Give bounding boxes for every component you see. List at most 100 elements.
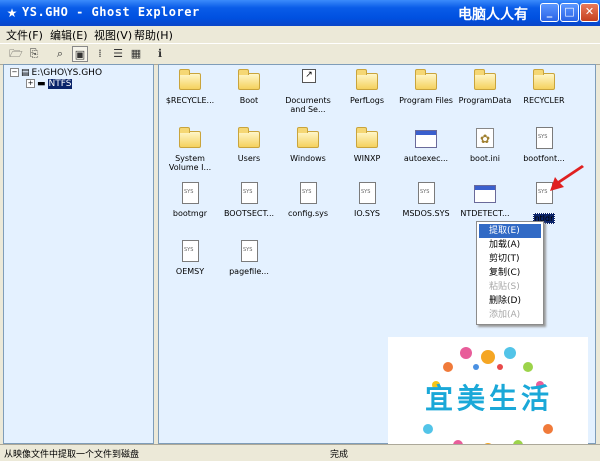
red-arrow-icon [550,165,584,191]
title-bar[interactable]: ★ YS.GHO - Ghost Explorer 电脑人人有 _ □ ✕ [0,0,600,26]
file-item[interactable]: RECYCLER [515,69,573,105]
large-icons-view-icon[interactable]: ▣ [72,46,88,62]
ctx-extract[interactable]: 提取(E) [479,224,541,238]
folder-icon [179,69,201,93]
menu-file[interactable]: 文件(F) [6,27,43,43]
tree-root[interactable]: − ▤ E:\GHO\YS.GHO [10,68,102,78]
ctx-load[interactable]: 加载(A) [479,238,541,252]
file-item-label: boot.ini [469,154,501,163]
toolbar: 🗁 ⎘ ⌕ ▣ ⁞ ☰ ▦ ℹ [0,43,600,65]
file-item-label: NTDETECT... [460,209,510,218]
extract-icon[interactable]: ⎘ [26,46,42,62]
file-item-label: System Volume I... [168,154,212,172]
ctx-cut[interactable]: 剪切(T) [479,252,541,266]
file-item-label: OEMSY [175,267,205,276]
shortcut-icon: ↗ [297,69,319,93]
file-item[interactable]: ↗ Documents and Se... [279,69,337,114]
ctx-delete[interactable]: 删除(D) [479,294,541,308]
file-item-label: bootmgr [172,209,208,218]
properties-icon[interactable]: ℹ [152,46,168,62]
watermark-logo: 宜美生活 [388,337,588,457]
menu-edit[interactable]: 编辑(E) [50,27,88,43]
file-item[interactable]: MSDOS.SYS [397,182,455,218]
file-item-label: MSDOS.SYS [402,209,450,218]
ctx-copy[interactable]: 复制(C) [479,266,541,280]
file-item[interactable]: $RECYCLE... [161,69,219,105]
file-item[interactable]: config.sys [279,182,337,218]
file-item[interactable]: bootfont... [515,127,573,163]
file-item-label: config.sys [287,209,329,218]
file-item[interactable]: System Volume I... [161,127,219,172]
file-item[interactable]: Program Files [397,69,455,105]
file-item[interactable]: bootmgr [161,182,219,218]
file-item[interactable]: Boot [220,69,278,105]
folder-tree[interactable]: − ▤ E:\GHO\YS.GHO + ▬ NTFS [3,64,154,444]
find-icon[interactable]: ⌕ [52,46,68,62]
tree-child-label: NTFS [47,79,73,89]
folder-icon [474,69,496,93]
folder-icon [356,69,378,93]
drive-icon: ▬ [37,79,46,89]
file-item-label: ProgramData [458,96,512,105]
folder-icon [179,127,201,151]
file-item[interactable]: Users [220,127,278,163]
file-item-label: Documents and Se... [285,96,331,114]
folder-icon [238,127,260,151]
open-icon[interactable]: 🗁 [8,46,24,62]
settings-file-icon: ✿ [474,127,496,151]
system-file-icon [533,127,555,151]
system-file-icon [415,182,437,206]
system-file-icon [297,182,319,206]
file-item[interactable]: autoexec... [397,127,455,163]
file-item[interactable]: NTDETECT... [456,182,514,218]
ctx-paste: 粘贴(S) [489,282,520,292]
file-item[interactable]: pagefile... [220,240,278,276]
list-view-icon[interactable]: ☰ [110,46,126,62]
menu-view[interactable]: 视图(V) [94,27,132,43]
window-file-icon [474,182,496,206]
file-item[interactable]: WINXP [338,127,396,163]
menu-help[interactable]: 帮助(H) [134,27,173,43]
file-item[interactable]: BOOTSECT... [220,182,278,218]
file-item-label: Boot [239,96,259,105]
file-item-label: autoexec... [403,154,449,163]
ctx-add: 添加(A) [489,310,521,320]
status-message: 从映像文件中提取一个文件到磁盘 [4,450,140,460]
folder-icon [356,127,378,151]
folder-icon [238,69,260,93]
file-item-label: Program Files [399,96,453,105]
context-menu: 提取(E) 加载(A) 剪切(T) 复制(C) 粘贴(S) 删除(D) 添加(A… [476,221,544,325]
file-item-label: bootfont... [523,154,565,163]
status-bar: 从映像文件中提取一个文件到磁盘 完成 [0,444,600,460]
expand-icon[interactable]: + [26,79,35,88]
folder-icon [415,69,437,93]
app-icon: ★ [6,6,18,20]
system-file-icon [238,182,260,206]
status-state: 完成 [330,450,349,460]
small-icons-view-icon[interactable]: ⁞ [92,46,108,62]
system-file-icon [179,182,201,206]
file-item[interactable]: OEMSY [161,240,219,276]
file-item-label: WINXP [353,154,381,163]
file-item-label: Windows [290,154,326,163]
close-button[interactable]: ✕ [580,3,599,22]
system-file-icon [238,240,260,264]
file-item-label: RECYCLER [523,96,565,105]
logo-text: 宜美生活 [424,382,553,415]
system-file-icon [179,240,201,264]
file-item-label: pagefile... [229,267,269,276]
watermark-label: 电脑人人有 [458,7,528,23]
file-item[interactable]: Windows [279,127,337,163]
file-item[interactable]: ProgramData [456,69,514,105]
file-item-label: Users [237,154,261,163]
file-item-label: $RECYCLE... [165,96,215,105]
maximize-button[interactable]: □ [560,3,579,22]
collapse-icon[interactable]: − [10,68,19,77]
tree-child[interactable]: + ▬ NTFS [26,79,73,89]
details-view-icon[interactable]: ▦ [128,46,144,62]
minimize-button[interactable]: _ [540,3,559,22]
file-item[interactable]: PerfLogs [338,69,396,105]
file-item[interactable]: IO.SYS [338,182,396,218]
menu-bar: 文件(F) 编辑(E) 视图(V) 帮助(H) [0,26,600,43]
file-item[interactable]: ✿ boot.ini [456,127,514,163]
